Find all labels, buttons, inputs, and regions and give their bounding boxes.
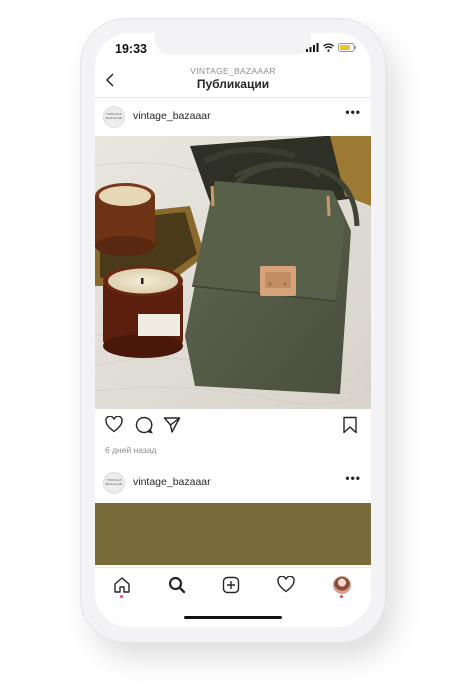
activity-icon[interactable]	[277, 576, 295, 593]
post-header: VINTAGE BAZAAAR vintage_bazaaar •••	[95, 466, 371, 500]
wifi-icon	[323, 43, 334, 52]
more-options-icon[interactable]: •••	[345, 471, 361, 485]
home-indicator	[184, 616, 282, 619]
signal-icon	[306, 43, 319, 52]
post-image[interactable]	[95, 136, 371, 409]
home-icon[interactable]	[113, 576, 131, 594]
navigation-bar: VINTAGE_BAZAAAR Публикации	[95, 63, 371, 98]
notification-dot	[120, 595, 123, 598]
status-icons	[306, 43, 357, 52]
notification-dot	[340, 595, 343, 598]
post-username[interactable]: vintage_bazaaar	[133, 476, 211, 488]
avatar-logo: VINTAGE BAZAAAR	[105, 478, 123, 486]
post-header: VINTAGE BAZAAAR vintage_bazaaar •••	[95, 100, 371, 134]
post-actions	[95, 416, 371, 440]
heart-icon[interactable]	[105, 416, 123, 433]
notch	[155, 33, 311, 55]
post-timestamp: 6 дней назад	[105, 445, 157, 455]
search-icon[interactable]	[168, 576, 186, 594]
app-screen: 19:33 VINTAGE_BAZAAAR Публикации VINTAGE…	[95, 33, 371, 627]
post-image[interactable]	[95, 503, 371, 565]
bookmark-icon[interactable]	[342, 416, 358, 434]
post-photo-illustration	[95, 136, 371, 409]
share-icon[interactable]	[163, 416, 181, 434]
page-title: Публикации	[196, 77, 270, 91]
post-username[interactable]: vintage_bazaaar	[133, 110, 211, 122]
avatar-logo: VINTAGE BAZAAAR	[105, 112, 123, 120]
avatar[interactable]: VINTAGE BAZAAAR	[103, 472, 125, 494]
tab-bar	[95, 567, 371, 604]
nav-subtitle: VINTAGE_BAZAAAR	[190, 66, 276, 76]
comment-icon[interactable]	[135, 416, 153, 434]
battery-icon	[338, 43, 356, 52]
new-post-icon[interactable]	[222, 576, 240, 594]
more-options-icon[interactable]: •••	[345, 105, 361, 119]
profile-avatar[interactable]	[333, 576, 351, 594]
avatar[interactable]: VINTAGE BAZAAAR	[103, 106, 125, 128]
status-time: 19:33	[115, 42, 147, 56]
